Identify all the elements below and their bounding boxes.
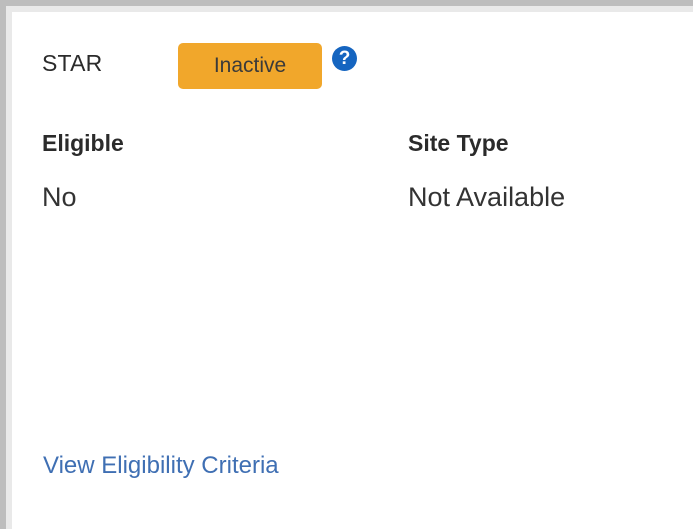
program-name: STAR [42, 50, 103, 76]
site-type-value: Not Available [408, 182, 566, 212]
eligible-label: Eligible [42, 130, 124, 156]
status-badge: Inactive [178, 43, 322, 89]
site-type-label: Site Type [408, 130, 509, 156]
question-circle-icon[interactable]: ? [332, 46, 357, 71]
eligible-value: No [42, 182, 77, 212]
view-eligibility-criteria-link[interactable]: View Eligibility Criteria [43, 452, 279, 480]
program-card: STAR Inactive ? Eligible No Site Type No… [12, 12, 693, 529]
